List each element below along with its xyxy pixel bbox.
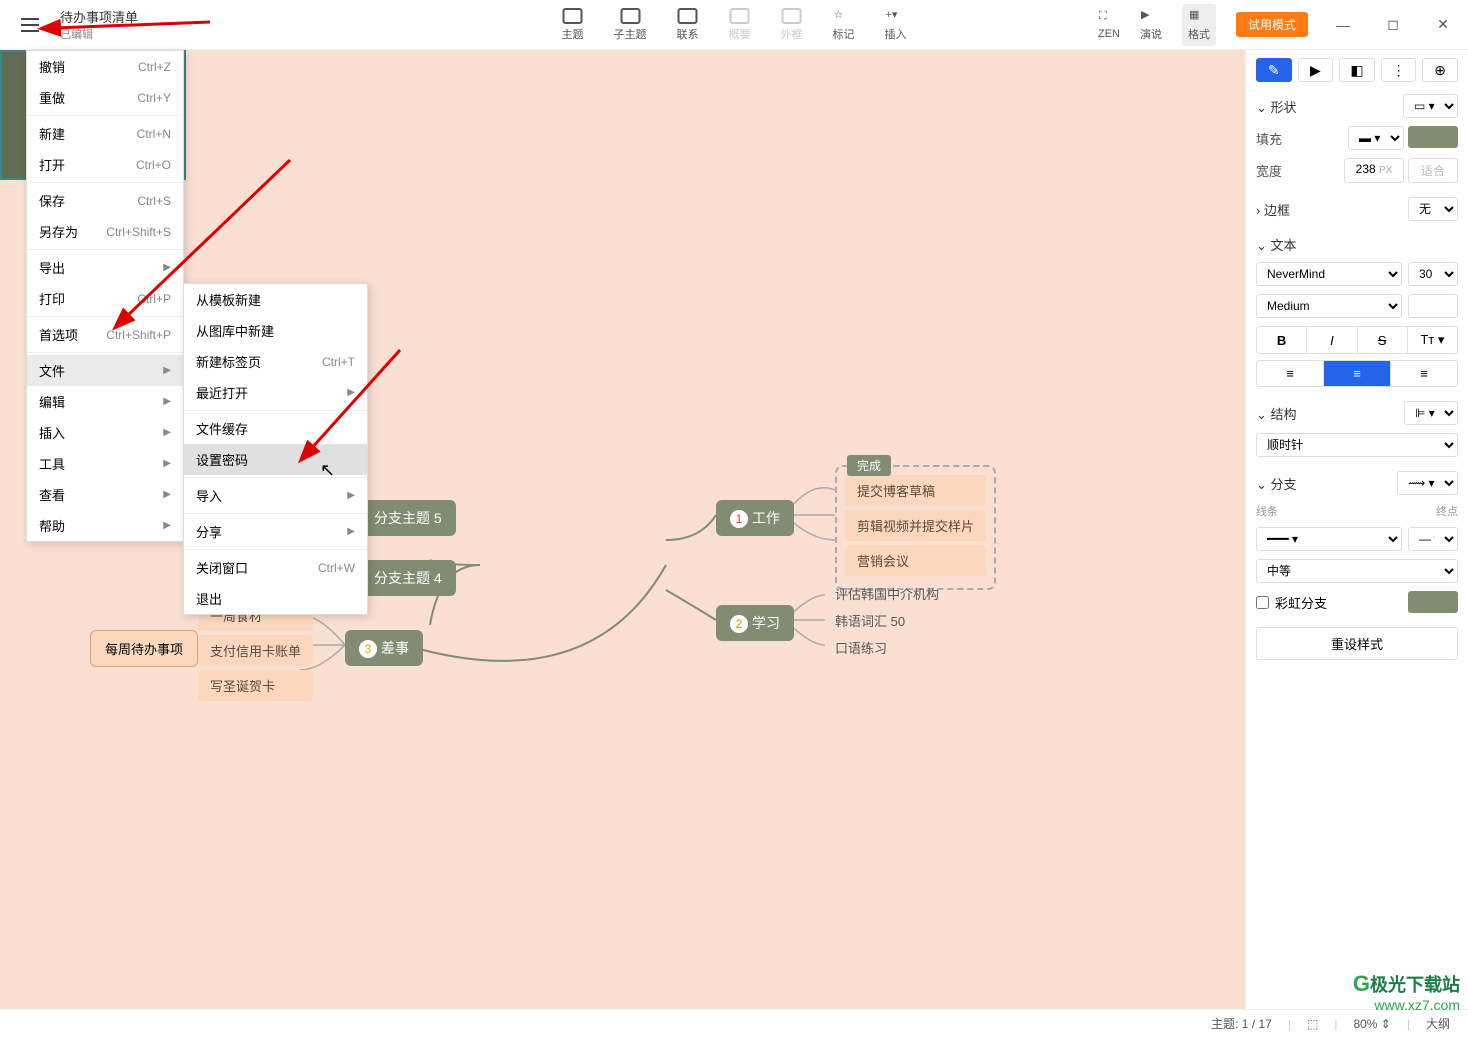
watermark: G极光下载站 www.xz7.com (1353, 971, 1460, 1013)
cursor-icon: ↖ (320, 460, 335, 481)
